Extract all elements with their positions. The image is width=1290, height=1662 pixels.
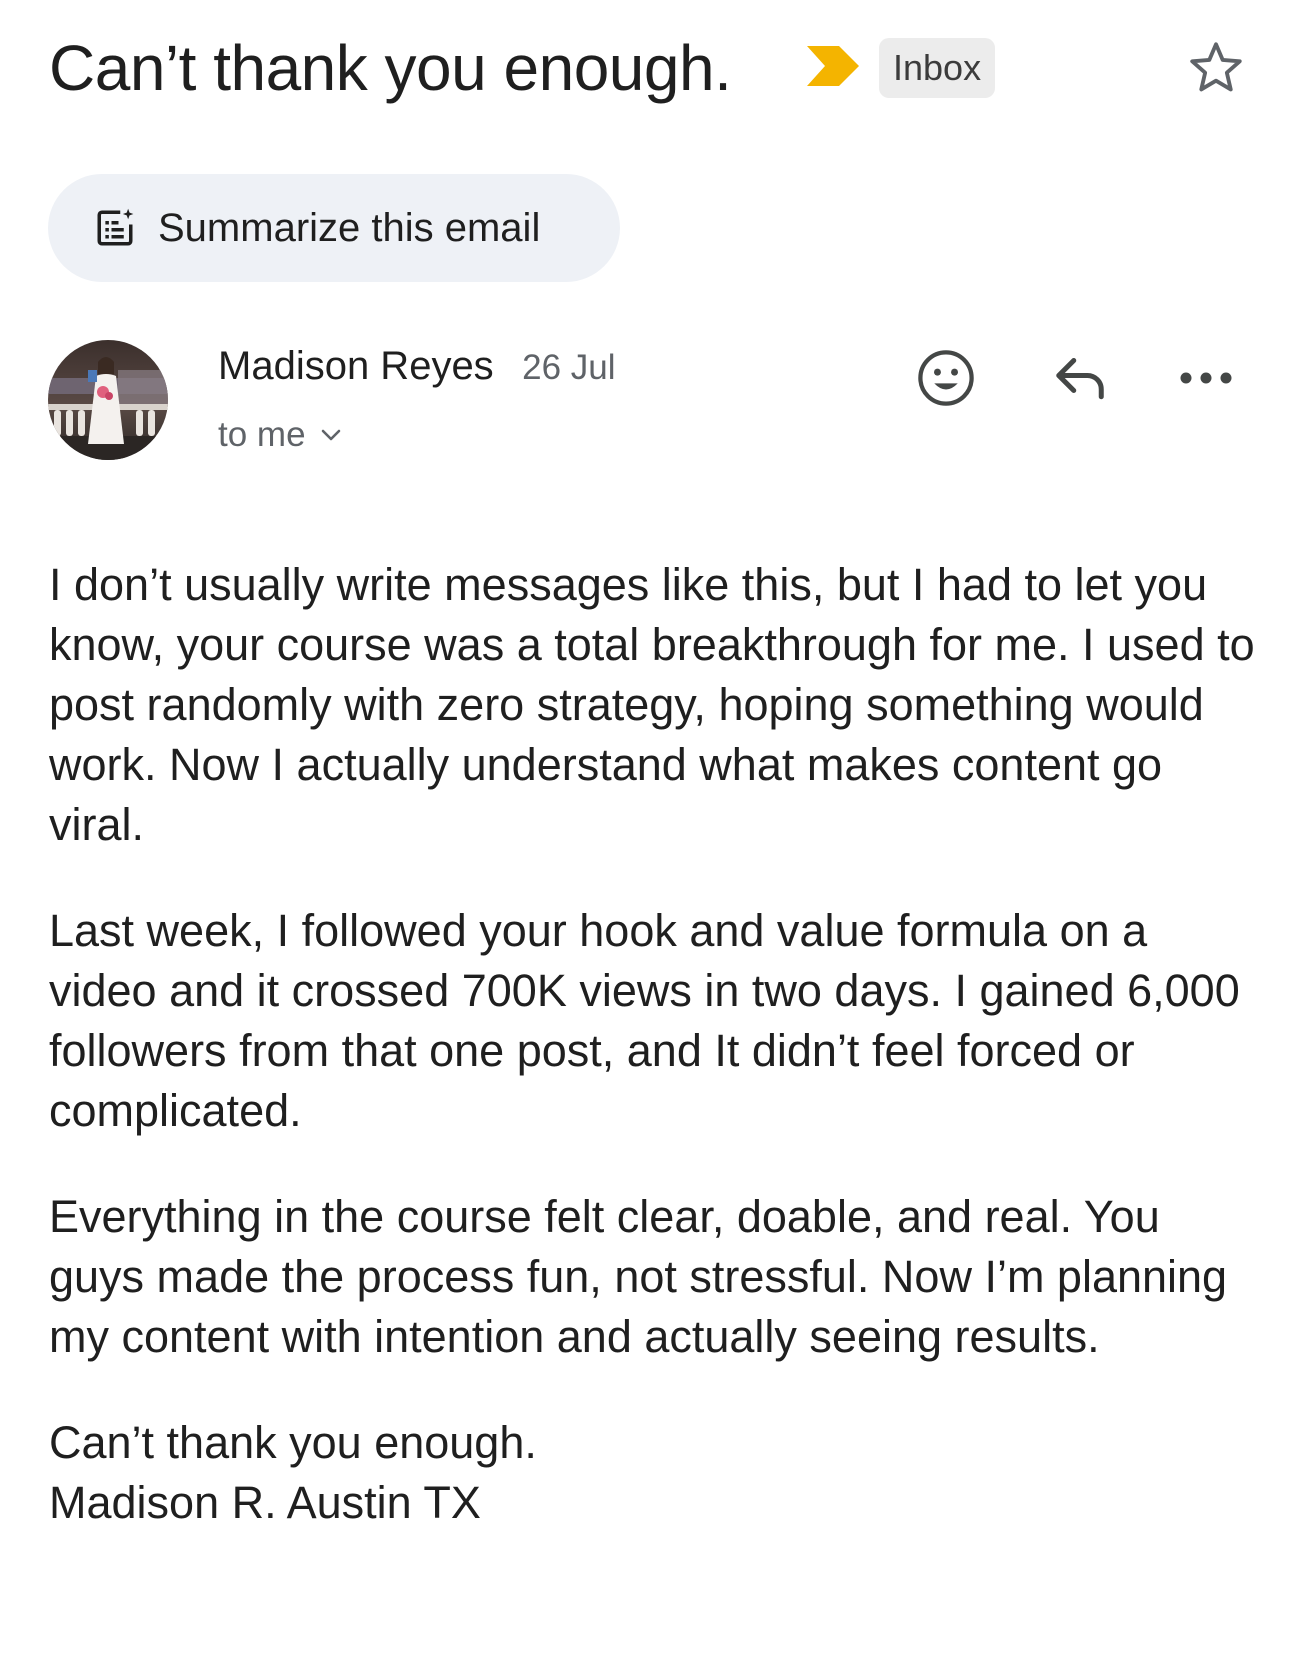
- summarize-label: Summarize this email: [158, 205, 541, 250]
- email-subject: Can’t thank you enough.: [49, 32, 732, 104]
- sender-name[interactable]: Madison Reyes: [218, 340, 494, 392]
- more-options-button[interactable]: [1168, 340, 1244, 416]
- subject-row: Can’t thank you enough. Inbox: [49, 28, 1250, 108]
- sender-avatar[interactable]: [48, 340, 168, 460]
- chevron-down-icon: [320, 428, 342, 442]
- reply-button[interactable]: [1042, 340, 1118, 416]
- summarize-sparkle-icon: [94, 207, 136, 249]
- recipient-label: to me: [218, 415, 306, 454]
- emoji-reaction-icon: [918, 350, 974, 406]
- body-paragraph: Everything in the course felt clear, doa…: [49, 1191, 1228, 1362]
- body-paragraph: Last week, I followed your hook and valu…: [49, 905, 1240, 1136]
- summarize-email-button[interactable]: Summarize this email: [48, 174, 620, 282]
- email-date: 26 Jul: [522, 348, 616, 387]
- star-icon: [1190, 42, 1242, 92]
- email-signature: Madison R. Austin TX: [49, 1477, 481, 1528]
- email-body: I don’t usually write messages like this…: [49, 555, 1259, 1533]
- body-paragraph: I don’t usually write messages like this…: [49, 559, 1255, 850]
- more-horizontal-icon: [1180, 372, 1232, 384]
- important-marker-icon[interactable]: [805, 44, 861, 88]
- sender-block: Madison Reyes 26 Jul to me: [218, 340, 838, 458]
- star-button[interactable]: [1182, 34, 1250, 102]
- inbox-label-chip[interactable]: Inbox: [879, 38, 996, 98]
- add-reaction-button[interactable]: [908, 340, 984, 416]
- email-signoff: Can’t thank you enough.: [49, 1417, 537, 1468]
- reply-icon: [1056, 358, 1104, 400]
- recipient-details-toggle[interactable]: to me: [218, 412, 838, 458]
